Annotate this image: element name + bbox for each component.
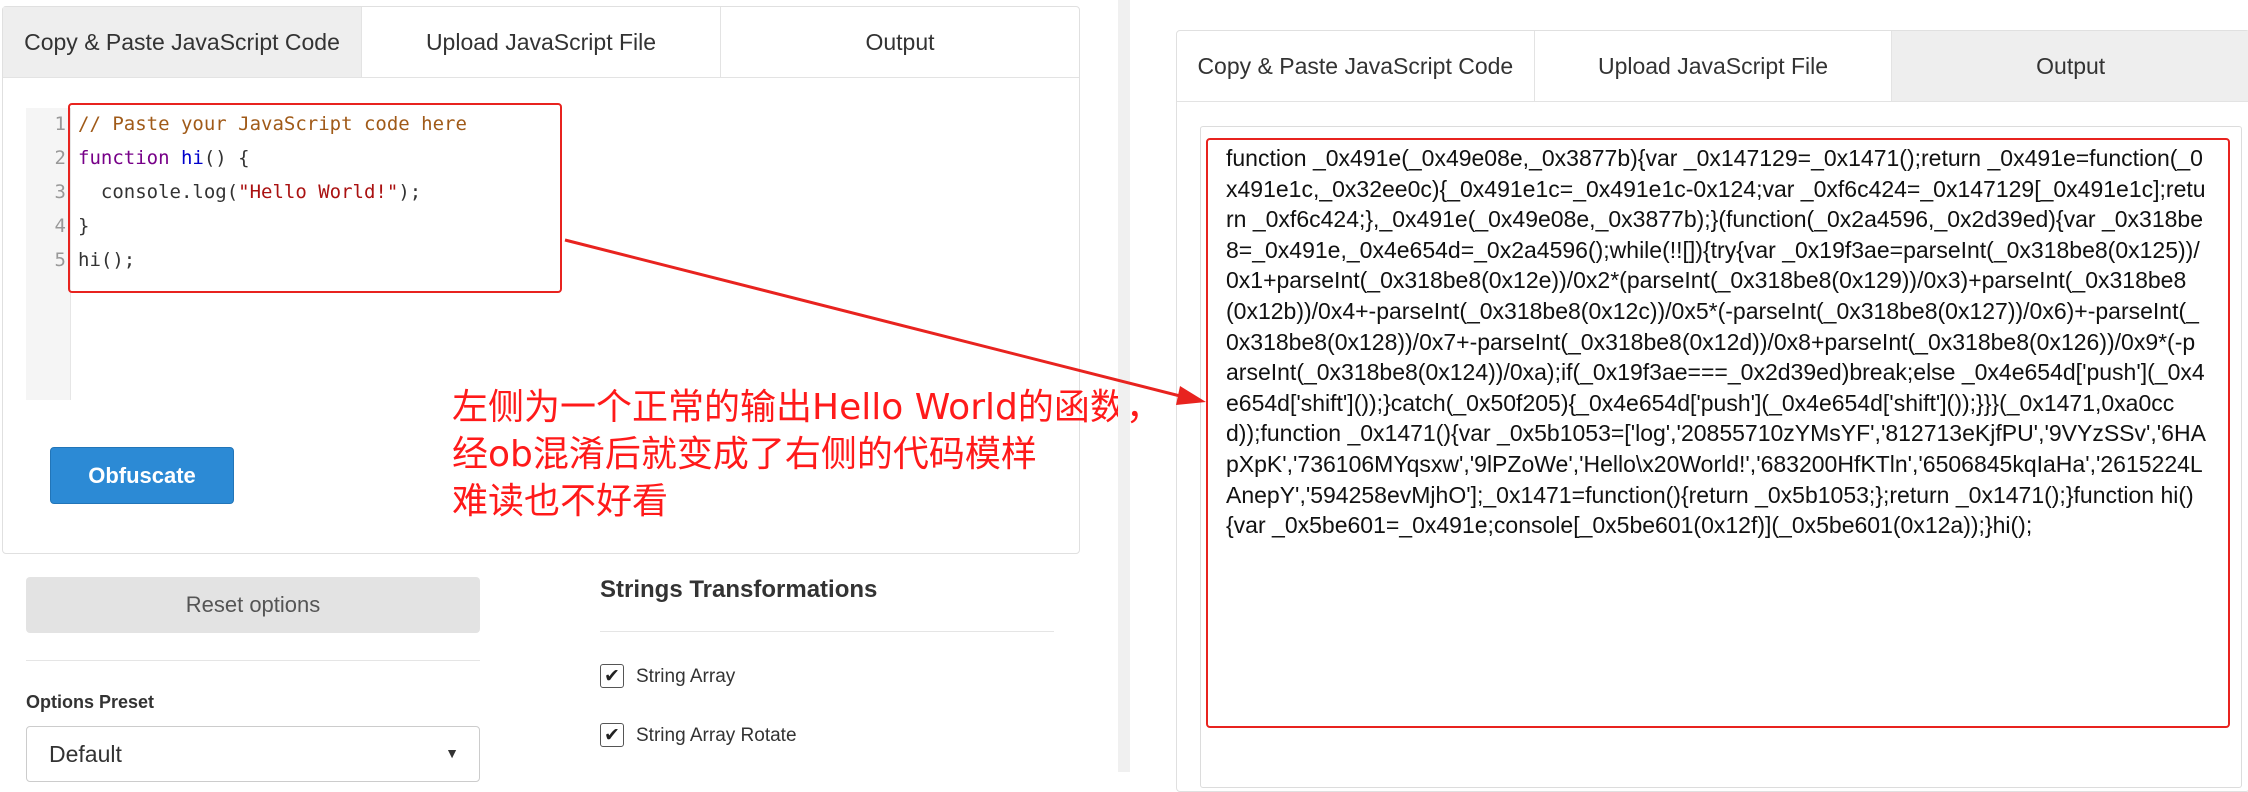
annotation-arrow (564, 238, 1206, 405)
